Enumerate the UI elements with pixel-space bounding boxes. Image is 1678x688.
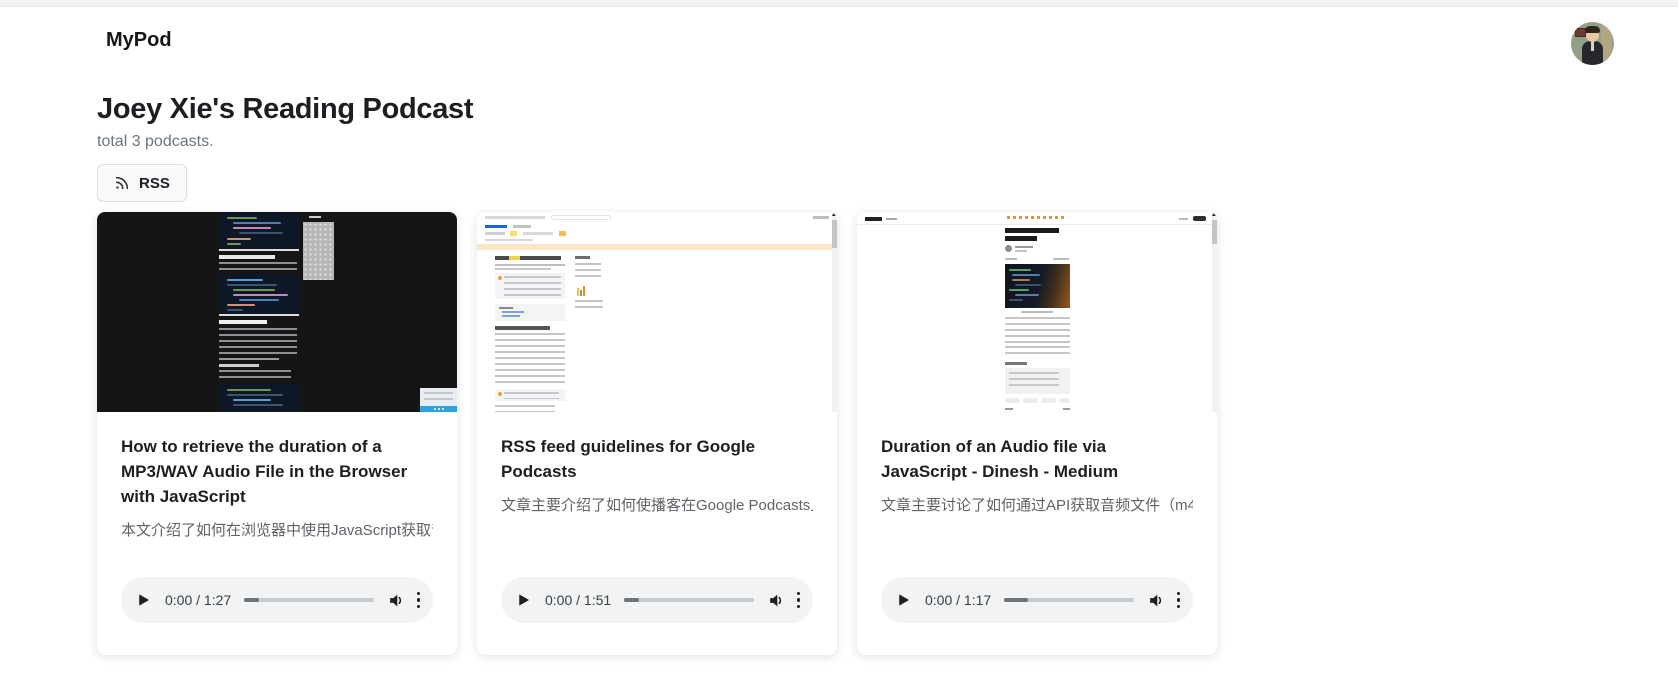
audio-player[interactable]: 0:00 / 1:17 bbox=[881, 577, 1193, 623]
podcast-title: Duration of an Audio file via JavaScript… bbox=[881, 437, 1119, 481]
seek-slider[interactable] bbox=[1004, 598, 1134, 602]
header: MyPod bbox=[0, 7, 1678, 71]
player-menu-button[interactable] bbox=[416, 591, 420, 609]
podcast-card-list: How to retrieve the duration of a MP3/WA… bbox=[0, 212, 1678, 655]
seek-slider[interactable] bbox=[244, 598, 374, 602]
podcast-card-3: Duration of an Audio file via JavaScript… bbox=[857, 212, 1217, 655]
play-button[interactable] bbox=[894, 591, 912, 609]
play-button[interactable] bbox=[134, 591, 152, 609]
thumb1-cookie-widget bbox=[420, 388, 457, 412]
podcast-count: total 3 podcasts. bbox=[97, 133, 214, 150]
thumb3-scrollbar bbox=[1212, 212, 1217, 412]
podcast-thumbnail-dark-article bbox=[97, 212, 457, 412]
podcast-title: RSS feed guidelines for Google Podcasts bbox=[501, 437, 756, 481]
browser-top-strip bbox=[0, 0, 1678, 7]
podcast-description: 文章主要介绍了如何使播客在Google Podcasts上 bbox=[501, 497, 813, 514]
user-avatar[interactable] bbox=[1571, 22, 1614, 65]
page-title: Joey Xie's Reading Podcast bbox=[97, 93, 474, 125]
volume-button[interactable] bbox=[1147, 591, 1166, 610]
rss-button[interactable]: RSS bbox=[97, 164, 187, 202]
time-display: 0:00 / 1:27 bbox=[165, 592, 232, 608]
thumb3-code-image bbox=[1005, 264, 1070, 308]
podcast-title: How to retrieve the duration of a MP3/WA… bbox=[121, 437, 408, 506]
podcast-thumbnail-google-help bbox=[477, 212, 837, 412]
brand-mypod[interactable]: MyPod bbox=[106, 29, 172, 52]
player-menu-button[interactable] bbox=[1176, 591, 1180, 609]
thumb2-banner bbox=[477, 244, 837, 250]
volume-button[interactable] bbox=[767, 591, 786, 610]
thumb2-scrollbar bbox=[832, 212, 837, 412]
thumb1-image bbox=[303, 222, 334, 280]
play-button[interactable] bbox=[514, 591, 532, 609]
rss-icon bbox=[115, 176, 129, 190]
podcast-thumbnail-medium-article bbox=[857, 212, 1217, 412]
podcast-description: 文章主要讨论了如何通过API获取音频文件（m4a bbox=[881, 497, 1193, 514]
podcast-card-1: How to retrieve the duration of a MP3/WA… bbox=[97, 212, 457, 655]
page-head: Joey Xie's Reading Podcast total 3 podca… bbox=[0, 93, 1678, 202]
podcast-card-2: RSS feed guidelines for Google Podcasts … bbox=[477, 212, 837, 655]
time-display: 0:00 / 1:51 bbox=[545, 592, 612, 608]
volume-button[interactable] bbox=[387, 591, 406, 610]
time-display: 0:00 / 1:17 bbox=[925, 592, 992, 608]
rss-button-label: RSS bbox=[139, 174, 170, 192]
audio-player[interactable]: 0:00 / 1:27 bbox=[121, 577, 433, 623]
podcast-description: 本文介绍了如何在浏览器中使用JavaScript获取音频文件的时长 bbox=[121, 522, 433, 539]
seek-slider[interactable] bbox=[624, 598, 754, 602]
player-menu-button[interactable] bbox=[796, 591, 800, 609]
scrollbar-up-arrow bbox=[1212, 212, 1216, 216]
audio-player[interactable]: 0:00 / 1:51 bbox=[501, 577, 813, 623]
scrollbar-up-arrow bbox=[832, 212, 836, 216]
